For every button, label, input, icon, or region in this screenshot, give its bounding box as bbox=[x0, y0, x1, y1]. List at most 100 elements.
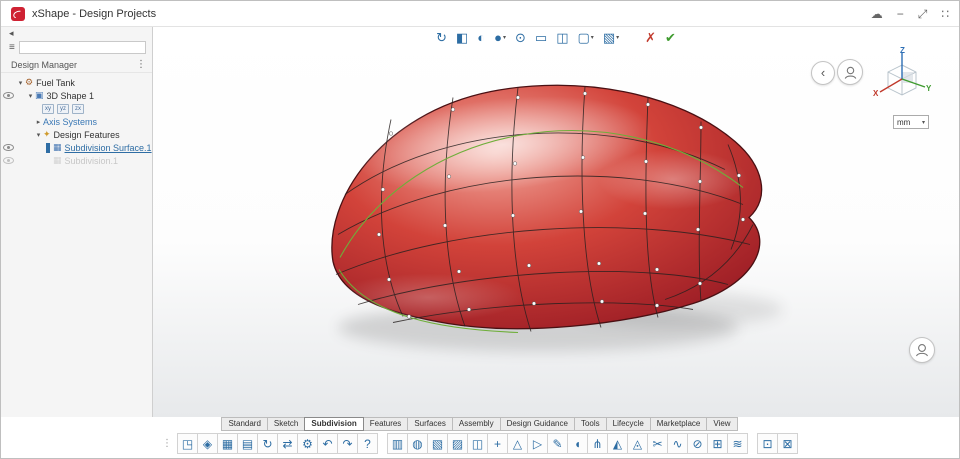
capture-icon[interactable]: ▭ bbox=[535, 31, 547, 44]
tab-view[interactable]: View bbox=[706, 417, 738, 431]
view-mode-icon[interactable]: ▧ ▾ bbox=[603, 31, 619, 44]
cone-icon[interactable]: △ bbox=[507, 433, 528, 454]
scissors-icon[interactable]: ✂ bbox=[647, 433, 668, 454]
update-icon[interactable]: ↻ bbox=[257, 433, 278, 454]
tab-features[interactable]: Features bbox=[362, 417, 409, 431]
tree-view-icon[interactable]: ≡ bbox=[9, 42, 15, 53]
shape-icon: ▣ bbox=[35, 90, 44, 100]
prism-icon[interactable]: ◭ bbox=[607, 433, 628, 454]
marquee-icon[interactable]: ▢ ▾ bbox=[578, 31, 594, 44]
units-value: mm bbox=[897, 117, 911, 127]
tab-lifecycle[interactable]: Lifecycle bbox=[605, 417, 651, 431]
chevron-left-icon: ‹ bbox=[820, 64, 826, 80]
undo-icon[interactable]: ↶ bbox=[317, 433, 338, 454]
tree-item-3d-shape[interactable]: ▾ ▣ 3D Shape 1 bbox=[1, 89, 152, 102]
3ds-logo bbox=[11, 6, 25, 21]
caret-down-icon[interactable]: ▾ bbox=[26, 92, 35, 100]
visibility-eye-icon[interactable] bbox=[3, 144, 14, 151]
caret-right-icon[interactable]: ▸ bbox=[34, 118, 43, 126]
rotate-body-icon[interactable]: ◬ bbox=[627, 433, 648, 454]
tab-surfaces[interactable]: Surfaces bbox=[407, 417, 453, 431]
save-icon[interactable]: ▦ bbox=[217, 433, 238, 454]
tree-item-fuel-tank[interactable]: ▾ ⚙ Fuel Tank bbox=[1, 76, 152, 89]
transfer-icon[interactable]: ⇄ bbox=[277, 433, 298, 454]
tree-item-subdivision-surface[interactable]: ▦ Subdivision Surface.1 bbox=[1, 141, 152, 154]
plane-zx-icon[interactable]: zx bbox=[72, 103, 84, 114]
kebab-menu-icon[interactable]: ⋮ bbox=[136, 59, 146, 70]
catalog-icon[interactable]: ▥ bbox=[387, 433, 408, 454]
image-support-icon[interactable]: ▨ bbox=[447, 433, 468, 454]
caret-down-icon[interactable]: ▾ bbox=[16, 79, 25, 87]
axis-system-icon[interactable]: + bbox=[487, 433, 508, 454]
content-icon[interactable]: ◈ bbox=[197, 433, 218, 454]
plane-xy-icon[interactable]: xy bbox=[42, 103, 54, 114]
section-icon[interactable]: ◫ bbox=[556, 31, 568, 44]
cloud-icon[interactable]: ☁ bbox=[871, 8, 883, 20]
tab-standard[interactable]: Standard bbox=[221, 417, 268, 431]
sweep-icon[interactable]: ≋ bbox=[727, 433, 748, 454]
tab-marketplace[interactable]: Marketplace bbox=[649, 417, 708, 431]
visibility-eye-icon[interactable] bbox=[3, 157, 14, 164]
fullscreen-icon[interactable]: ⤢ bbox=[918, 8, 928, 20]
chevron-down-icon[interactable]: ▾ bbox=[591, 35, 594, 41]
render-style-icon[interactable]: ● ▾ bbox=[494, 31, 506, 44]
tree-item-axis-systems[interactable]: ▸ Axis Systems bbox=[1, 115, 152, 128]
axis-triad[interactable]: Z X Y bbox=[871, 46, 933, 114]
assistant-button[interactable] bbox=[837, 59, 863, 85]
viewport[interactable]: ↻ ◧ ◐ ● ▾ ⊙ ▭ ◫ ▢ ▾ ▧ ▾ ✗ ✔ ‹ Z X Y mm ▾ bbox=[153, 27, 959, 417]
z-axis-label: Z bbox=[900, 47, 905, 55]
frame-icon[interactable]: ◫ bbox=[467, 433, 488, 454]
magnify-icon[interactable]: ⊙ bbox=[515, 31, 526, 44]
visibility-eye-icon[interactable] bbox=[3, 92, 14, 99]
window-title: xShape - Design Projects bbox=[32, 7, 157, 20]
plane-yz-icon[interactable]: yz bbox=[57, 103, 69, 114]
chevron-down-icon[interactable]: ▾ bbox=[616, 35, 619, 41]
primitive-box-icon[interactable]: ▧ bbox=[427, 433, 448, 454]
active-item-marker bbox=[46, 142, 50, 153]
cancel-icon[interactable]: ✗ bbox=[645, 31, 656, 44]
units-dropdown[interactable]: mm ▾ bbox=[893, 115, 929, 129]
subdivision-cube-icon[interactable]: ⊡ bbox=[757, 433, 778, 454]
collapse-hud-button[interactable]: ‹ bbox=[811, 61, 835, 85]
redo-icon[interactable]: ↷ bbox=[337, 433, 358, 454]
material-view-icon[interactable]: ◧ bbox=[456, 31, 468, 44]
subdivision-surface-icon: ▦ bbox=[53, 155, 62, 165]
settings-icon[interactable]: ⚙ bbox=[297, 433, 318, 454]
trim-icon[interactable]: ⊘ bbox=[687, 433, 708, 454]
tab-subdivision[interactable]: Subdivision bbox=[304, 417, 364, 431]
tab-design-guidance[interactable]: Design Guidance bbox=[499, 417, 575, 431]
tab-assembly[interactable]: Assembly bbox=[451, 417, 501, 431]
sketch-icon[interactable]: ✎ bbox=[547, 433, 568, 454]
help-assistant-button[interactable] bbox=[909, 337, 935, 363]
tree-item-design-features[interactable]: ▾ ✦ Design Features bbox=[1, 128, 152, 141]
extrude-icon[interactable]: ⊞ bbox=[707, 433, 728, 454]
subdivision-surface-model[interactable] bbox=[153, 27, 959, 417]
chevron-down-icon: ▾ bbox=[921, 119, 925, 126]
share-icon[interactable]: ◳ bbox=[177, 433, 198, 454]
ok-icon[interactable]: ✔ bbox=[665, 31, 676, 44]
annotation-icon[interactable]: ◖ bbox=[567, 433, 588, 454]
mesh-cube-icon[interactable]: ⊠ bbox=[777, 433, 798, 454]
tree-item-label: Design Features bbox=[53, 129, 120, 140]
tree-item-subdivision-inactive[interactable]: ▦ Subdivision.1 bbox=[1, 154, 152, 167]
help-icon[interactable]: ? bbox=[357, 433, 378, 454]
minimize-icon[interactable]: − bbox=[897, 8, 904, 20]
caret-down-icon[interactable]: ▾ bbox=[34, 131, 43, 139]
update-icon[interactable]: ↻ bbox=[436, 31, 447, 44]
chevron-down-icon[interactable]: ▾ bbox=[503, 35, 506, 41]
spline-icon[interactable]: ∿ bbox=[667, 433, 688, 454]
viewport-toolbar: ↻ ◧ ◐ ● ▾ ⊙ ▭ ◫ ▢ ▾ ▧ ▾ ✗ ✔ bbox=[436, 31, 676, 44]
toolbar-drag-handle[interactable]: ⋮ bbox=[162, 438, 172, 449]
split-icon[interactable]: ⋔ bbox=[587, 433, 608, 454]
primitive-sphere-icon[interactable]: ◍ bbox=[407, 433, 428, 454]
print-icon[interactable]: ▤ bbox=[237, 433, 258, 454]
apps-grid-icon[interactable]: ∷ bbox=[941, 8, 949, 20]
search-input[interactable] bbox=[18, 41, 146, 54]
tree-item-planes: xy yz zx bbox=[1, 102, 152, 115]
ambience-icon[interactable]: ◐ bbox=[477, 31, 485, 44]
loft-icon[interactable]: ▷ bbox=[527, 433, 548, 454]
collapse-panel-icon[interactable]: ◂ bbox=[9, 28, 14, 39]
tab-bar: Standard Sketch Subdivision Features Sur… bbox=[1, 417, 959, 431]
tab-tools[interactable]: Tools bbox=[573, 417, 607, 431]
tab-sketch[interactable]: Sketch bbox=[266, 417, 306, 431]
